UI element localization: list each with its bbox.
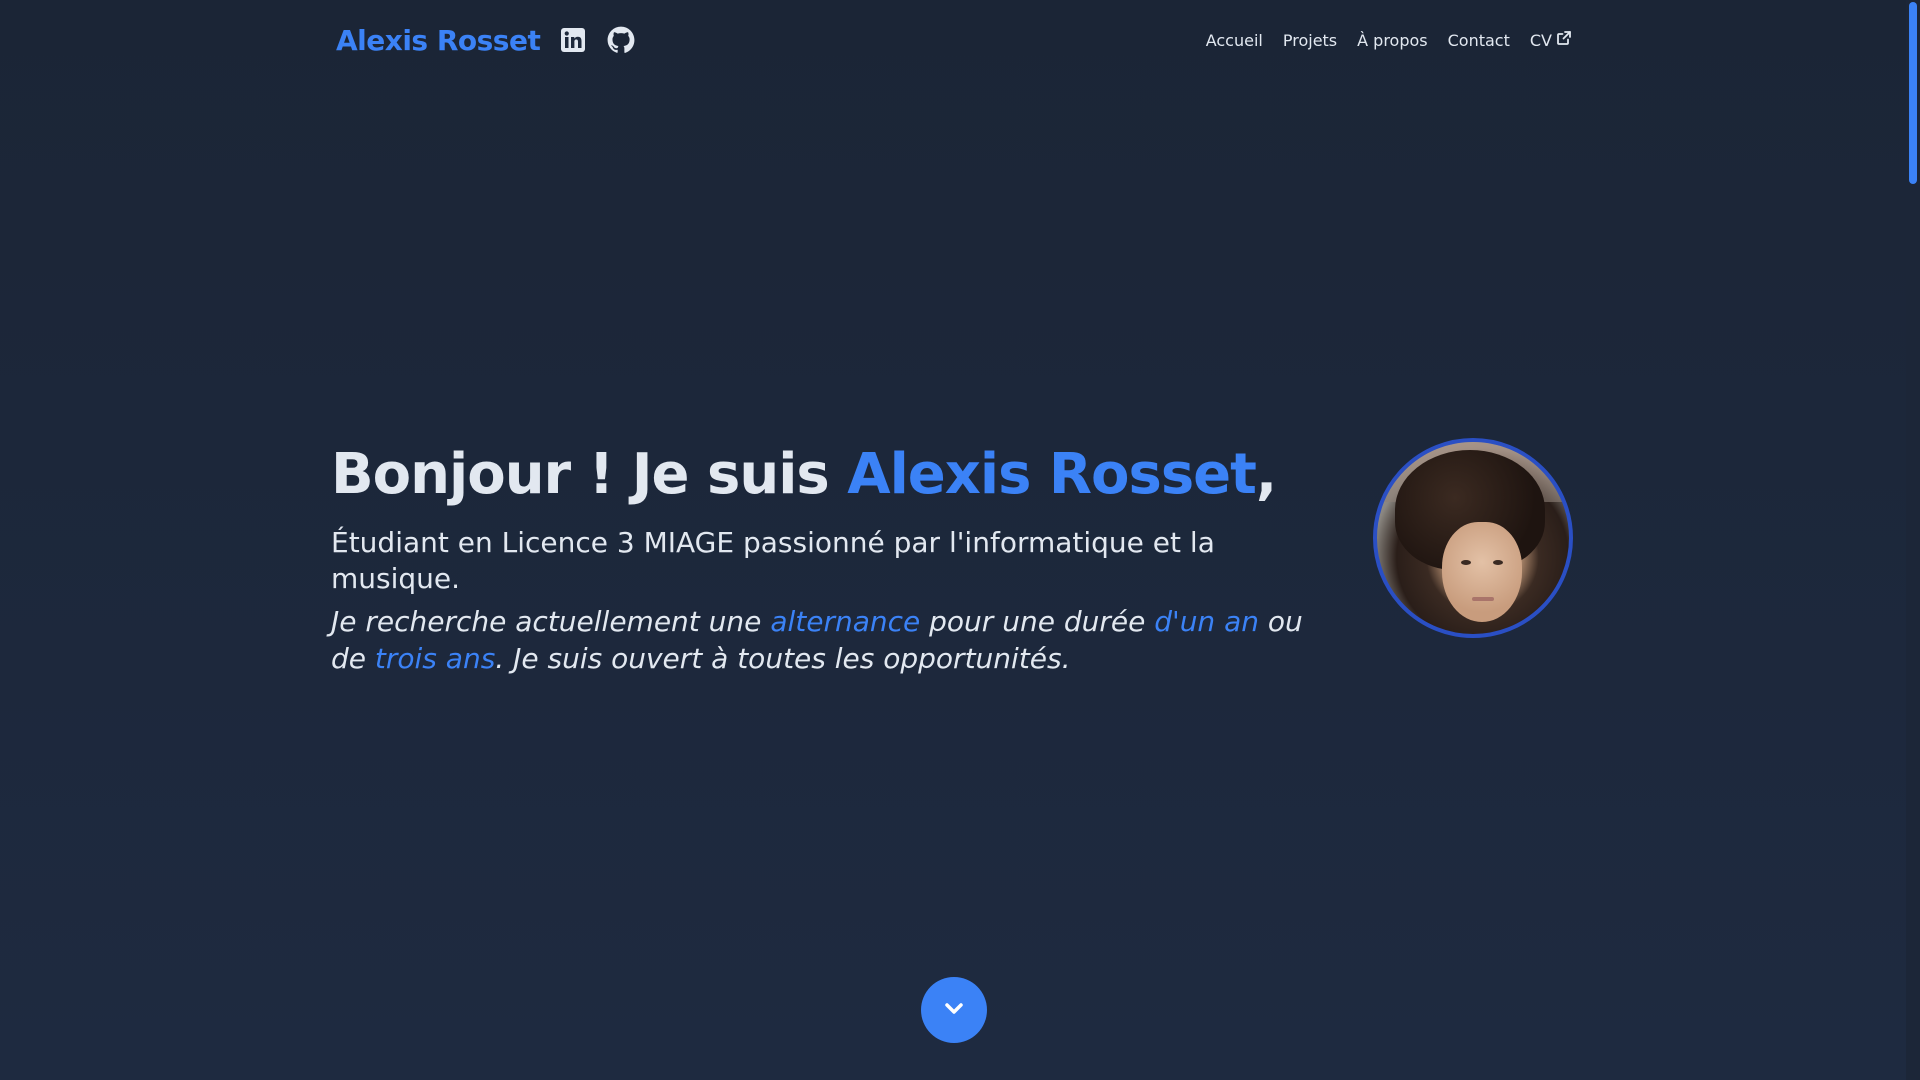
hero-desc-part2: pour une durée xyxy=(920,605,1155,638)
nav-link-cv-label: CV xyxy=(1529,30,1552,50)
brand-name-link[interactable]: Alexis Rosset xyxy=(330,24,541,57)
hero-title: Bonjour ! Je suis Alexis Rosset, xyxy=(331,435,1331,515)
hero-comma: , xyxy=(1255,442,1277,507)
hero-desc-highlight-alternance: alternance xyxy=(770,605,921,638)
hero-description: Je recherche actuellement une alternance… xyxy=(331,603,1331,677)
nav-link-home[interactable]: Accueil xyxy=(1206,31,1263,50)
avatar-face xyxy=(1442,522,1522,622)
hero-section: Bonjour ! Je suis Alexis Rosset, Étudian… xyxy=(331,435,1331,677)
hero-desc-highlight-one-year: d'un an xyxy=(1154,605,1259,638)
nav-link-cv[interactable]: CV xyxy=(1530,30,1572,50)
brand: Alexis Rosset xyxy=(330,24,636,57)
hero-subtitle: Étudiant en Licence 3 MIAGE passionné pa… xyxy=(331,526,1215,595)
external-link-icon xyxy=(1556,30,1572,50)
hero-greeting: Bonjour ! Je suis xyxy=(331,442,848,507)
site-header: Alexis Rosset Accueil Projets À propos C… xyxy=(330,18,1572,62)
hero-name: Alexis Rosset xyxy=(847,442,1257,507)
hero-desc-highlight-three-years: trois ans xyxy=(374,642,496,675)
chevron-down-icon xyxy=(940,994,968,1026)
main-nav: Accueil Projets À propos Contact CV xyxy=(1206,30,1572,50)
scrollbar-thumb[interactable] xyxy=(1909,2,1917,184)
nav-link-projects[interactable]: Projets xyxy=(1283,31,1337,50)
nav-link-contact[interactable]: Contact xyxy=(1448,31,1510,50)
github-icon[interactable] xyxy=(606,25,636,55)
hero-desc-part1: Je recherche actuellement une xyxy=(331,605,771,638)
linkedin-icon[interactable] xyxy=(558,25,588,55)
hero-desc-part4: . Je suis ouvert à toutes les opportunit… xyxy=(495,642,1071,675)
avatar-eye-right xyxy=(1493,560,1503,565)
nav-link-about[interactable]: À propos xyxy=(1357,31,1427,50)
page: Alexis Rosset Accueil Projets À propos C… xyxy=(0,0,1920,1080)
avatar xyxy=(1373,438,1573,638)
avatar-mouth xyxy=(1472,597,1494,601)
scrollbar[interactable] xyxy=(1906,0,1920,1080)
scroll-down-button[interactable] xyxy=(921,977,987,1043)
avatar-eye-left xyxy=(1461,560,1471,565)
